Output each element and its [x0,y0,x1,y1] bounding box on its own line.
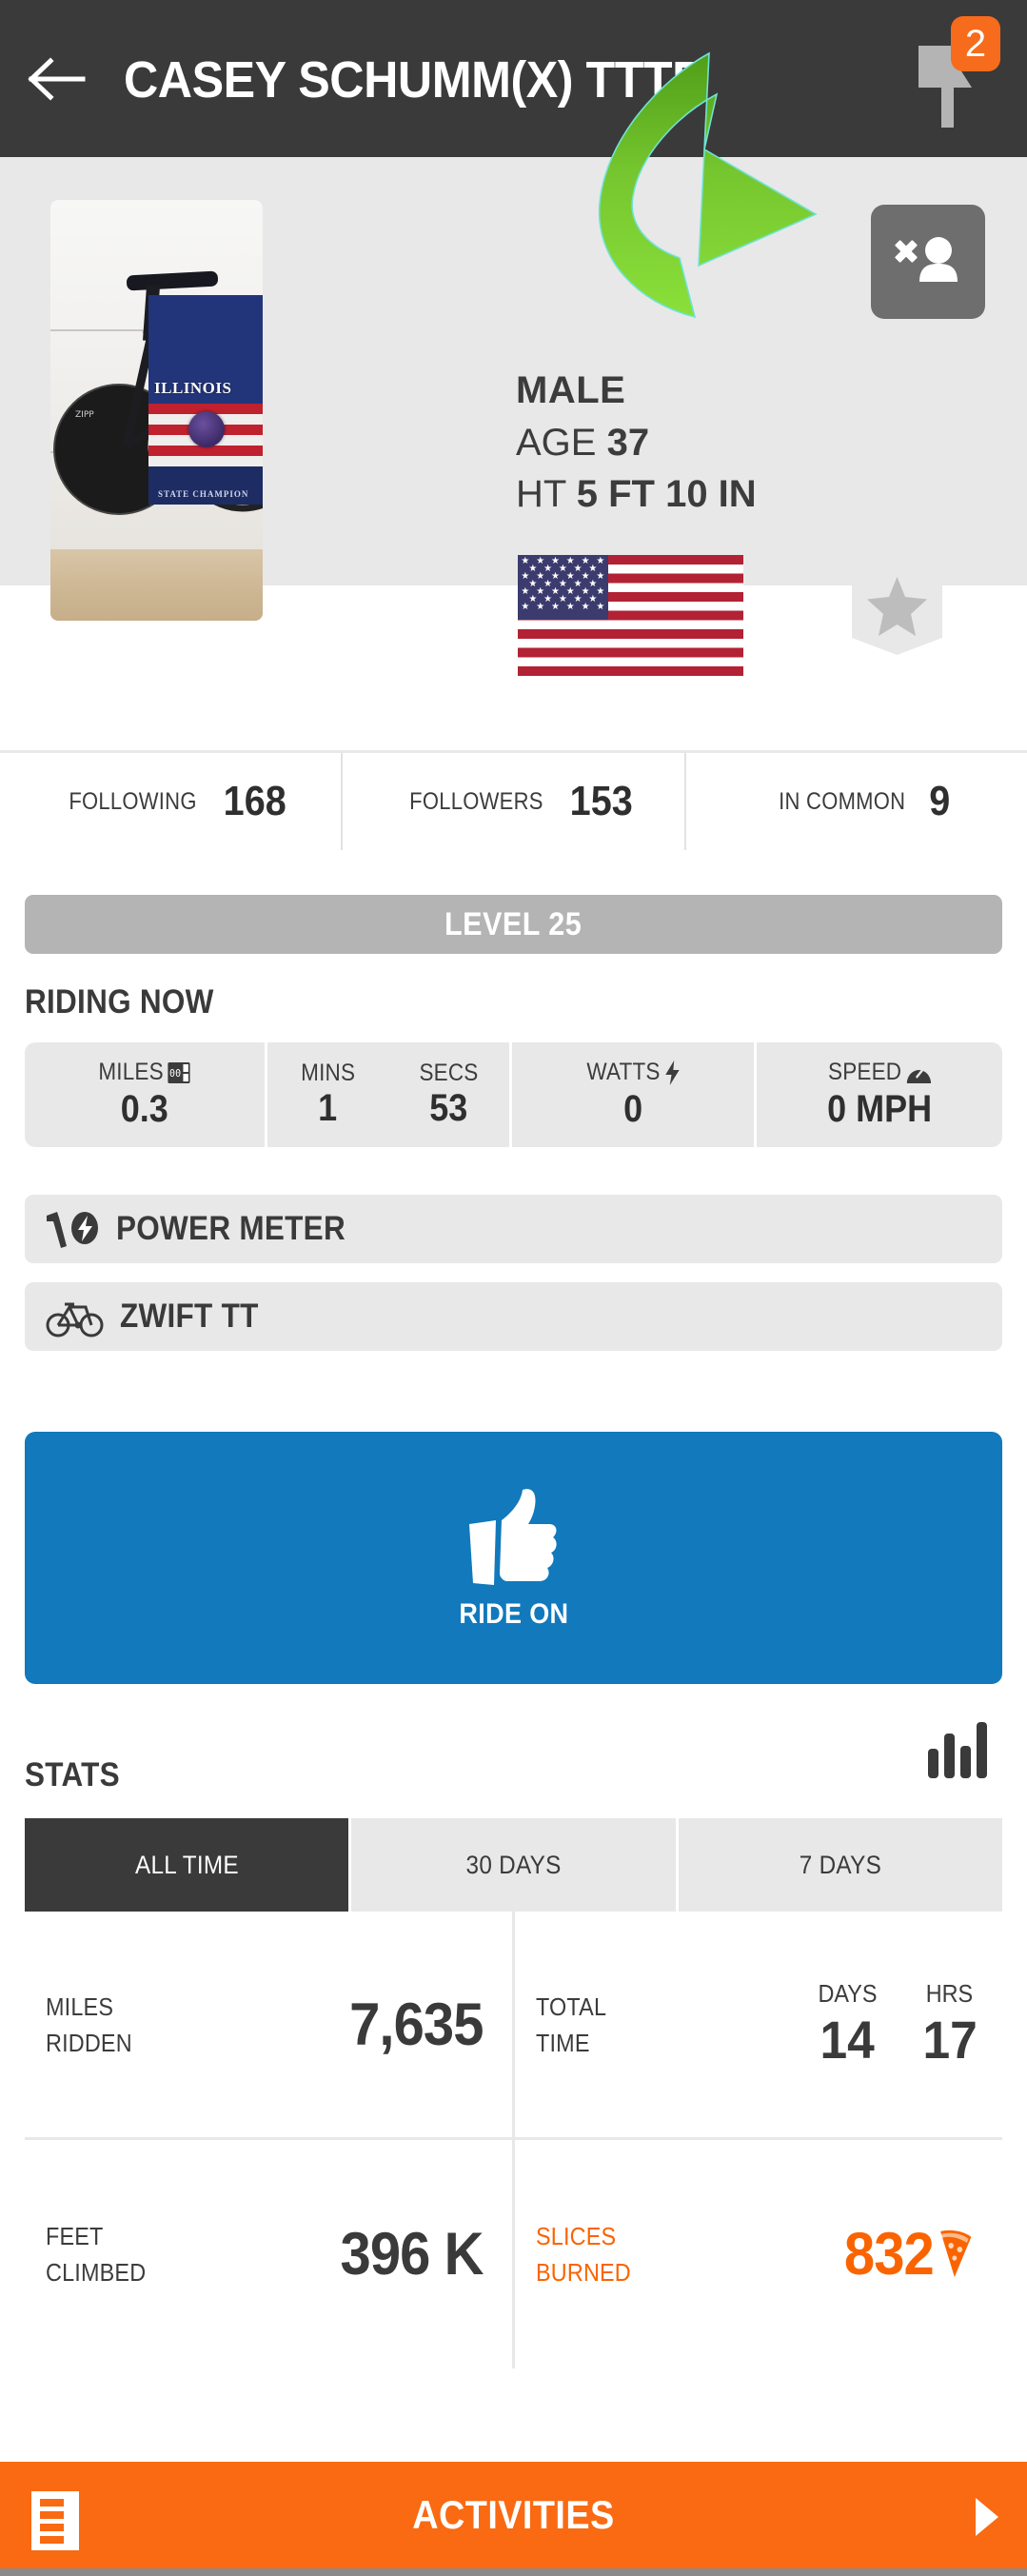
feet-climbed-label-1: FEET [46,2222,104,2250]
height-label: HT [516,473,566,515]
back-button[interactable] [0,0,114,157]
bike-label: ZWIFT TT [120,1298,259,1335]
svg-text:00: 00 [170,1067,182,1080]
us-flag-icon: ★ ★ ★ ★ ★ ★ ★ ★ ★ ★ ★ ★ ★ ★ ★ ★ ★ ★ ★ ★ ★ ★ ★ ★ ★ ★ ★ ★ ★ ★ ★ ★ ★ ★… [518,555,743,676]
level-bar: LEVEL 25 [25,895,1002,954]
back-arrow-icon [28,56,86,101]
remove-user-button[interactable] [871,205,985,319]
days-value: 14 [820,2009,875,2070]
miles-ridden-value: 7,635 [349,1991,484,2058]
followers-cell[interactable]: FOLLOWERS 153 [343,753,686,850]
bicycle-icon [46,1302,104,1338]
hrs-label: HRS [926,1978,974,2008]
height-value: 5 FT 10 IN [576,473,757,515]
slices-burned-cell: SLICES BURNED 832 [515,2140,1002,2368]
remove-user-icon [895,237,958,282]
notifications-button[interactable]: 2 [894,0,1027,157]
star-badge-icon [852,550,942,655]
in-common-cell[interactable]: IN COMMON 9 [686,753,1027,850]
stats-heading: STATS [25,1756,120,1793]
riding-now-stats: MILES 00 0.3 MINS 1 SECS 53 WATTS 0 SPEE… [25,1042,1002,1147]
slices-burned-label-2: BURNED [536,2258,631,2287]
pizza-slice-icon [940,2229,972,2277]
days-label: DAYS [818,1978,878,2008]
watts-value: 0 [622,1088,643,1130]
followers-value: 153 [569,778,633,824]
miles-ridden-cell: MILES RIDDEN 7,635 [25,1912,515,2137]
stats-row-2: FEET CLIMBED 396 K SLICES BURNED 832 [25,2140,1002,2368]
bottom-strip [0,2568,1027,2576]
miles-value: 0.3 [120,1088,169,1130]
following-cell[interactable]: FOLLOWING 168 [0,753,344,850]
mins-label: MINS [301,1060,355,1086]
time-stat: MINS 1 SECS 53 [267,1042,512,1147]
age-label: AGE [516,422,597,464]
watts-label: WATTS [586,1059,661,1085]
speedometer-icon [906,1066,931,1083]
speed-label: SPEED [827,1059,901,1085]
chevron-right-icon [976,2498,998,2536]
followers-label: FOLLOWERS [409,787,543,815]
secs-label: SECS [419,1060,479,1086]
total-days: DAYS 14 [815,1979,880,2071]
slices-burned-value: 832 [843,2221,935,2288]
activities-button[interactable]: ACTIVITIES [0,2462,1027,2568]
miles-stat: MILES 00 0.3 [25,1042,267,1147]
speed-stat: SPEED 0 MPH [757,1042,1002,1147]
slices-burned-label-1: SLICES [536,2222,617,2250]
following-value: 168 [223,778,286,824]
ride-on-button[interactable]: RIDE ON [25,1432,1002,1684]
social-counts: FOLLOWING 168 FOLLOWERS 153 IN COMMON 9 [0,750,1027,850]
svg-text:ZIPP: ZIPP [75,410,94,420]
thumbs-up-icon [468,1488,557,1585]
feet-climbed-label-2: CLIMBED [46,2258,147,2287]
riding-now-heading: RIDING NOW [25,983,214,1020]
total-time-label-1: TOTAL [536,1991,607,2021]
in-common-value: 9 [929,778,951,824]
tab-7-days[interactable]: 7 DAYS [678,1818,1002,1912]
age-value: 37 [606,422,650,464]
gender-value: MALE [516,369,626,411]
speed-value: 0 MPH [826,1088,933,1130]
activities-label: ACTIVITIES [412,2492,615,2537]
secs-value: 53 [429,1087,468,1129]
zwift-profile-screen: CASEY SCHUMM(X) TTTF 2 ZIPP ILLINOIS STA… [0,0,1027,2576]
total-time-label-2: TIME [536,2028,590,2057]
lightning-icon [664,1060,680,1085]
profile-photo[interactable]: ZIPP ILLINOIS STATE CHAMPION [50,200,263,621]
notification-badge: 2 [951,16,1000,71]
stats-period-tabs: ALL TIME 30 DAYS 7 DAYS [25,1818,1002,1912]
miles-ridden-label-1: MILES [46,1991,114,2021]
in-common-label: IN COMMON [779,787,906,815]
following-label: FOLLOWING [69,787,197,815]
stats-grid: MILES RIDDEN 7,635 TOTAL TIME DAYS 14 HR… [25,1912,1002,2368]
mins-value: 1 [318,1087,338,1129]
feet-climbed-value: 396 K [340,2221,484,2288]
hrs-value: 17 [922,2009,978,2070]
power-meter-label: POWER METER [116,1210,346,1247]
level-label: LEVEL 25 [444,905,583,942]
miles-label: MILES [98,1059,165,1085]
bar-chart-icon [928,1722,987,1778]
jersey-graphic: ILLINOIS STATE CHAMPION [148,295,263,505]
ride-on-label: RIDE ON [458,1597,569,1630]
odometer-icon: 00 [168,1061,191,1083]
total-hrs: HRS 17 [920,1979,979,2071]
feet-climbed-cell: FEET CLIMBED 396 K [25,2140,515,2368]
miles-ridden-label-2: RIDDEN [46,2028,132,2057]
photo-floor [50,548,263,621]
tab-all-time[interactable]: ALL TIME [25,1818,349,1912]
page-title: CASEY SCHUMM(X) TTTF [124,50,701,109]
power-meter-icon [47,1212,98,1248]
tab-30-days[interactable]: 30 DAYS [351,1818,676,1912]
stats-row-1: MILES RIDDEN 7,635 TOTAL TIME DAYS 14 HR… [25,1912,1002,2140]
total-time-cell: TOTAL TIME DAYS 14 HRS 17 [515,1912,1002,2137]
equipment-power-meter[interactable]: POWER METER [25,1195,1002,1263]
equipment-bike[interactable]: ZWIFT TT [25,1282,1002,1351]
profile-attributes: MALE AGE 37 HT 5 FT 10 IN [516,364,757,520]
watts-stat: WATTS 0 [512,1042,757,1147]
app-header: CASEY SCHUMM(X) TTTF 2 [0,0,1027,157]
